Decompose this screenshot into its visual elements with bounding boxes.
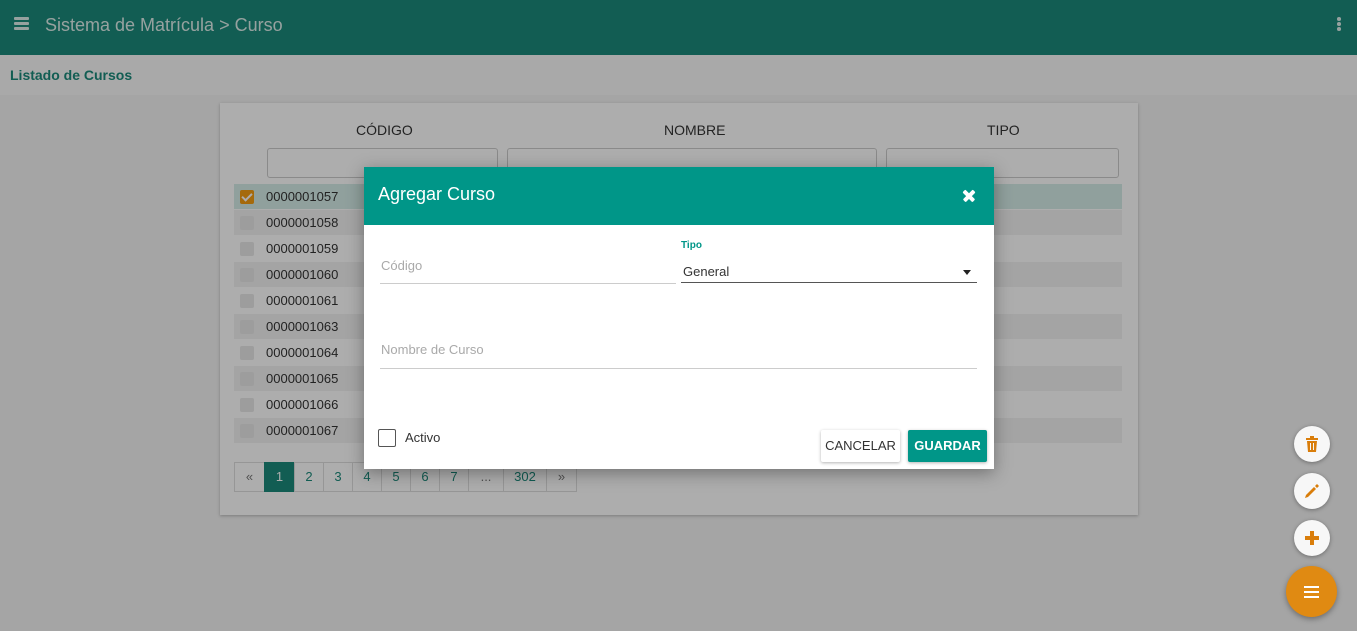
plus-icon — [1305, 531, 1319, 545]
add-button[interactable] — [1294, 520, 1330, 556]
trash-icon — [1306, 436, 1318, 452]
pencil-icon — [1305, 484, 1319, 498]
activo-label[interactable]: Activo — [405, 430, 440, 445]
cancel-button[interactable]: CANCELAR — [821, 430, 900, 462]
add-course-dialog: Agregar Curso Tipo General Activo CANCEL… — [364, 167, 994, 469]
save-button[interactable]: GUARDAR — [908, 430, 987, 462]
delete-button[interactable] — [1294, 426, 1330, 462]
close-icon[interactable] — [958, 185, 980, 207]
fab-menu-button[interactable] — [1286, 566, 1337, 617]
tipo-label: Tipo — [681, 240, 702, 251]
activo-checkbox[interactable] — [378, 429, 396, 447]
nombre-field[interactable] — [380, 341, 977, 369]
menu-icon — [1304, 586, 1319, 601]
chevron-down-icon — [963, 270, 971, 275]
dialog-title: Agregar Curso — [378, 184, 496, 204]
tipo-selected-value: General — [683, 264, 730, 279]
tipo-select[interactable]: General — [681, 259, 977, 283]
codigo-field[interactable] — [380, 257, 676, 284]
codigo-input[interactable] — [380, 258, 676, 273]
dialog-header: Agregar Curso — [364, 167, 994, 225]
nombre-curso-input[interactable] — [380, 342, 977, 357]
edit-button[interactable] — [1294, 473, 1330, 509]
